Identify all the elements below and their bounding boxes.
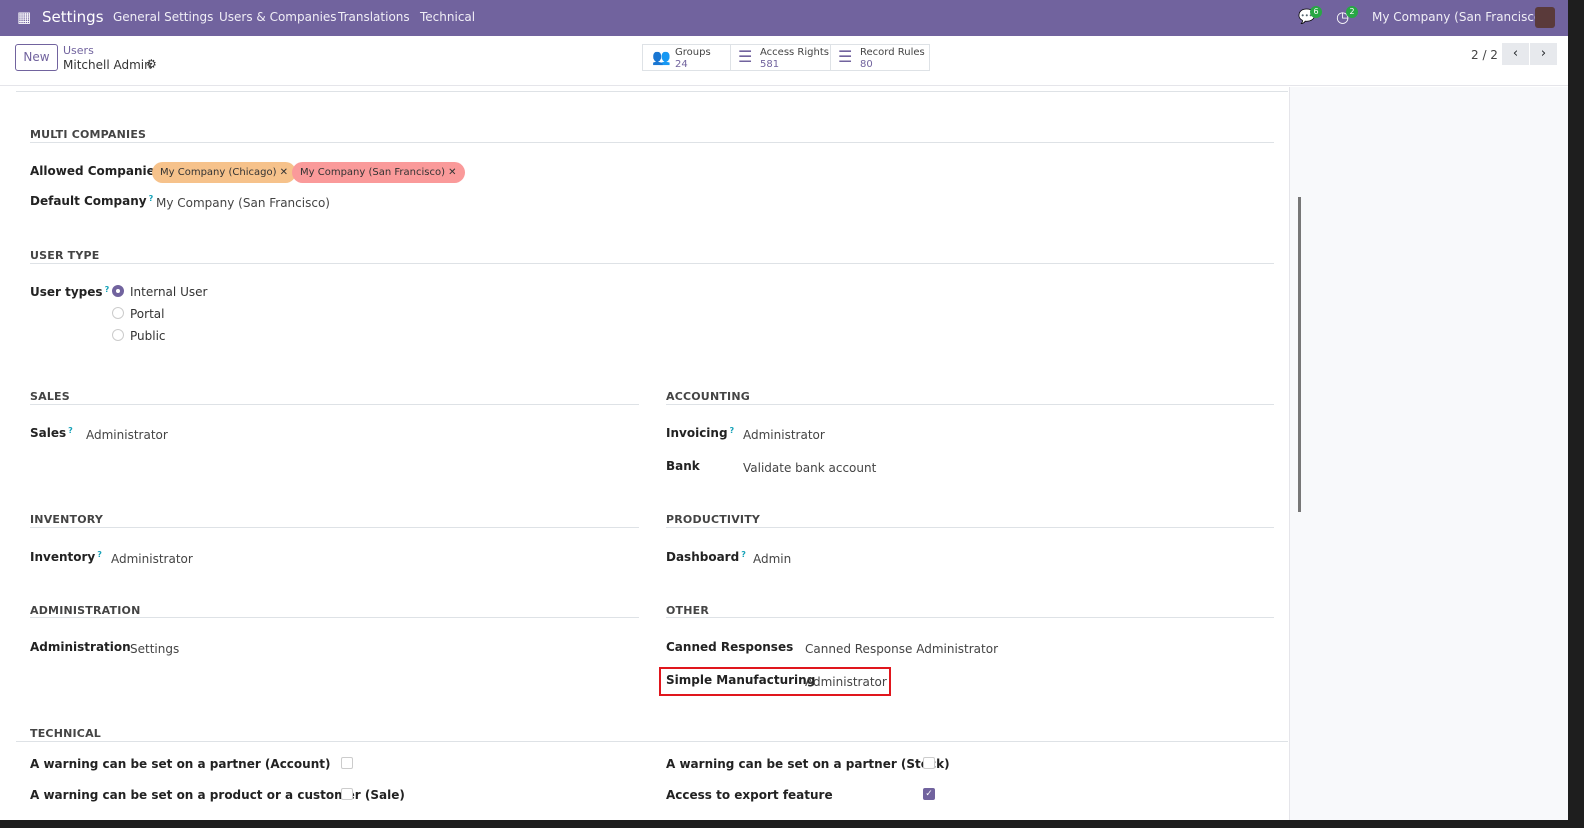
company-switcher[interactable]: My Company (San Francisco) <box>1372 10 1546 24</box>
inventory-field[interactable]: Administrator <box>111 552 193 566</box>
help-icon: ? <box>68 426 73 435</box>
divider <box>30 617 639 618</box>
canned-responses-label: Canned Responses <box>666 640 794 654</box>
top-navbar: ▦ Settings General Settings Users & Comp… <box>0 0 1568 36</box>
menu-users-companies[interactable]: Users & Companies <box>219 10 337 24</box>
pager-next-button[interactable]: › <box>1530 43 1557 65</box>
section-administration: ADMINISTRATION <box>30 604 141 617</box>
dashboard-field[interactable]: Admin <box>753 552 791 566</box>
apps-menu-icon[interactable]: ▦ <box>17 10 31 25</box>
default-company-label: Default Company? <box>30 194 154 208</box>
allowed-companies-label: Allowed Companies <box>30 164 162 178</box>
tab-border <box>16 91 1288 92</box>
app-title[interactable]: Settings <box>42 8 104 26</box>
section-technical: TECHNICAL <box>30 727 101 740</box>
remove-tag-icon[interactable]: ✕ <box>448 167 456 178</box>
access-rights-smart-button[interactable]: ☰ Access Rights 581 <box>730 44 831 71</box>
checkbox-warning-account[interactable] <box>341 757 353 769</box>
help-icon: ? <box>729 426 735 435</box>
user-types-label: User types? <box>30 285 110 299</box>
canned-responses-field[interactable]: Canned Response Administrator <box>805 642 998 656</box>
radio-label: Internal User <box>130 285 208 299</box>
dashboard-label: Dashboard? <box>666 550 746 564</box>
tag-label: My Company (Chicago) <box>160 167 277 178</box>
invoicing-field[interactable]: Administrator <box>743 428 825 442</box>
technical-item-label: A warning can be set on a partner (Accou… <box>30 757 331 771</box>
section-other: OTHER <box>666 604 710 617</box>
checkbox-warning-stock[interactable] <box>923 757 935 769</box>
menu-translations[interactable]: Translations <box>338 10 410 24</box>
chat-badge: 6 <box>1310 6 1322 18</box>
radio-label: Public <box>130 329 166 343</box>
radio-internal-user[interactable] <box>112 285 124 297</box>
help-icon: ? <box>148 194 154 203</box>
invoicing-label: Invoicing? <box>666 426 735 440</box>
sheet-background <box>1289 87 1568 820</box>
checkbox-warning-sale[interactable] <box>341 788 353 800</box>
radio-portal[interactable] <box>112 307 124 319</box>
sales-label: Sales? <box>30 426 73 440</box>
help-icon: ? <box>741 550 746 559</box>
menu-technical[interactable]: Technical <box>420 10 475 24</box>
divider <box>666 404 1274 405</box>
groups-smart-button[interactable]: 👥 Groups 24 <box>642 44 731 71</box>
new-button[interactable]: New <box>15 44 58 71</box>
help-icon: ? <box>97 550 102 559</box>
activity-badge: 2 <box>1346 6 1358 18</box>
section-inventory: INVENTORY <box>30 513 104 526</box>
divider <box>666 617 1274 618</box>
section-sales: SALES <box>30 390 70 403</box>
list-icon: ☰ <box>838 47 853 66</box>
section-multi-companies: MULTI COMPANIES <box>30 128 147 141</box>
technical-item-label: A warning can be set on a partner (Stock… <box>666 757 950 771</box>
sales-field[interactable]: Administrator <box>86 428 168 442</box>
pager-value[interactable]: 2 / 2 <box>1471 48 1498 62</box>
divider <box>30 404 639 405</box>
technical-item-label: Access to export feature <box>666 788 833 802</box>
record-name: Mitchell Admin <box>63 58 152 72</box>
company-tag-chicago[interactable]: My Company (Chicago) ✕ <box>152 162 297 183</box>
administration-field[interactable]: Settings <box>130 642 179 656</box>
company-tag-san-francisco[interactable]: My Company (San Francisco) ✕ <box>292 162 465 183</box>
bank-field[interactable]: Validate bank account <box>743 461 876 475</box>
remove-tag-icon[interactable]: ✕ <box>280 167 288 178</box>
pager-previous-button[interactable]: ‹ <box>1502 43 1529 65</box>
radio-public[interactable] <box>112 329 124 341</box>
gear-icon[interactable]: ⚙ <box>146 57 157 71</box>
bank-label: Bank <box>666 459 700 473</box>
menu-general-settings[interactable]: General Settings <box>113 10 213 24</box>
help-icon: ? <box>104 285 110 294</box>
default-company-field[interactable]: My Company (San Francisco) <box>156 196 330 210</box>
section-productivity: PRODUCTIVITY <box>666 513 761 526</box>
divider <box>666 527 1274 528</box>
divider <box>30 527 639 528</box>
record-rules-smart-button[interactable]: ☰ Record Rules 80 <box>830 44 930 71</box>
checkbox-export-feature[interactable]: ✓ <box>923 788 935 800</box>
highlight-box <box>659 667 891 696</box>
breadcrumb-users[interactable]: Users <box>63 44 94 57</box>
administration-label: Administration <box>30 640 131 654</box>
users-group-icon: 👥 <box>652 48 671 66</box>
radio-label: Portal <box>130 307 165 321</box>
divider <box>30 142 1274 143</box>
inventory-label: Inventory? <box>30 550 102 564</box>
section-accounting: ACCOUNTING <box>666 390 750 403</box>
user-avatar[interactable] <box>1535 7 1555 28</box>
divider <box>16 741 1288 742</box>
divider <box>30 263 1274 264</box>
scrollbar[interactable] <box>1298 197 1301 512</box>
list-icon: ☰ <box>738 47 753 66</box>
tag-label: My Company (San Francisco) <box>300 167 445 178</box>
control-panel: New Users Mitchell Admin ⚙ 👥 Groups 24 ☰ Ac… <box>0 36 1568 86</box>
section-user-type: USER TYPE <box>30 249 100 262</box>
